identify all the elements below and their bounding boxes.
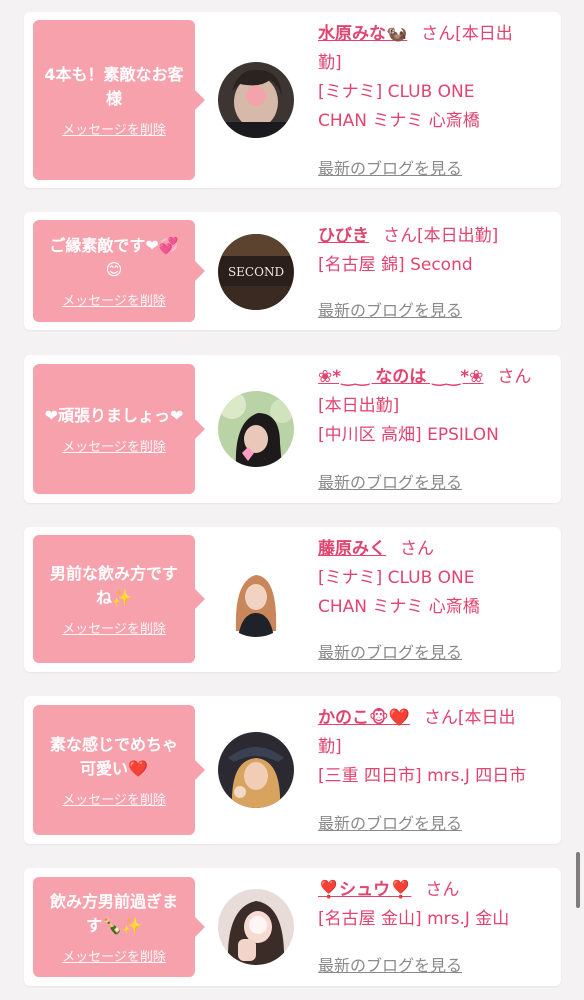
delete-message-link[interactable]: メッセージを削除 xyxy=(62,946,166,965)
honorific: さん xyxy=(497,367,532,387)
cast-info: 水原みな🦦 さん[本日出 勤] [ミナミ] CLUB ONE CHAN ミナミ 心… xyxy=(318,20,550,136)
attendance-status: [本日出 xyxy=(457,708,516,728)
honorific: さん xyxy=(383,226,417,246)
cast-name-link[interactable]: ひびき xyxy=(318,226,369,246)
message-bubble: ❤頑張りましょっ❤ メッセージを削除 xyxy=(33,364,205,494)
avatar[interactable] xyxy=(218,391,294,467)
avatar[interactable] xyxy=(218,561,294,637)
avatar-logo-text: SECOND xyxy=(228,265,284,279)
message-bubble: 4本も！素敵なお客様 メッセージを削除 xyxy=(33,20,205,180)
message-text: ❤頑張りましょっ❤ xyxy=(44,405,184,425)
scrollbar[interactable] xyxy=(576,852,580,908)
cast-name-link[interactable]: 藤原みく xyxy=(318,539,386,559)
cast-name-link[interactable]: ❣️シュウ❣️ xyxy=(318,880,411,900)
attendance-status: 勤] xyxy=(318,53,342,73)
latest-blog-link[interactable]: 最新のブログを見る xyxy=(318,155,462,179)
list-item: 4本も！素敵なお客様 メッセージを削除 水原みな🦦 さん[本日出 勤] [ミナミ]… xyxy=(24,12,561,188)
cast-name-link[interactable]: かのこ🐵❤️ xyxy=(318,708,410,728)
delete-message-link[interactable]: メッセージを削除 xyxy=(62,436,166,455)
cast-info: ひびき さん[本日出勤] [名古屋 錦] Second xyxy=(318,222,550,280)
message-text: 4本も！素敵なお客様 xyxy=(44,64,184,108)
delete-message-link[interactable]: メッセージを削除 xyxy=(62,618,166,637)
list-item: ❤頑張りましょっ❤ メッセージを削除 ❀*‿‿ なのは ‿‿*❀ さん [本日出勤… xyxy=(24,355,561,503)
attendance-status: [本日出勤] xyxy=(318,396,400,416)
delete-message-link[interactable]: メッセージを削除 xyxy=(62,119,166,138)
shop-info: CHAN ミナミ 心斎橋 xyxy=(318,111,480,131)
honorific: さん xyxy=(423,708,458,728)
latest-blog-link[interactable]: 最新のブログを見る xyxy=(318,639,462,663)
shop-info: [三重 四日市] mrs.J 四日市 xyxy=(318,766,527,786)
message-text: ご縁素敵です❤💞😊 xyxy=(49,235,179,279)
delete-message-link[interactable]: メッセージを削除 xyxy=(62,789,166,808)
latest-blog-link[interactable]: 最新のブログを見る xyxy=(318,469,462,493)
shop-info: [名古屋 金山] mrs.J 金山 xyxy=(318,909,510,929)
avatar[interactable] xyxy=(218,889,294,965)
honorific: さん xyxy=(400,539,434,559)
cast-name-link[interactable]: 水原みな🦦 xyxy=(318,24,407,44)
shop-info: [ミナミ] CLUB ONE xyxy=(318,82,475,102)
message-text: 男前な飲み方ですね✨ xyxy=(49,563,178,607)
avatar[interactable] xyxy=(218,62,294,138)
shop-info: [ミナミ] CLUB ONE xyxy=(318,568,475,588)
message-bubble: ご縁素敵です❤💞😊 メッセージを削除 xyxy=(33,220,205,322)
cast-info: ❀*‿‿ なのは ‿‿*❀ さん [本日出勤] [中川区 高畑] EPSILON xyxy=(318,363,550,450)
shop-info: [名古屋 錦] Second xyxy=(318,255,473,275)
shop-info: CHAN ミナミ 心斎橋 xyxy=(318,597,480,617)
cast-info: 藤原みく さん [ミナミ] CLUB ONE CHAN ミナミ 心斎橋 xyxy=(318,535,550,622)
message-bubble: 素な感じでめちゃ可愛い❤️ メッセージを削除 xyxy=(33,705,205,835)
list-item: 男前な飲み方ですね✨ メッセージを削除 藤原みく さん [ミナミ] CLUB ON… xyxy=(24,527,561,672)
attendance-status: [本日出 xyxy=(455,24,513,44)
cast-info: ❣️シュウ❣️ さん [名古屋 金山] mrs.J 金山 xyxy=(318,876,550,934)
honorific: さん xyxy=(425,880,460,900)
message-text: 飲み方男前過ぎます🍾✨ xyxy=(49,891,178,935)
message-text: 素な感じでめちゃ可愛い❤️ xyxy=(49,734,178,778)
attendance-status: 勤] xyxy=(318,737,342,757)
shop-info: [中川区 高畑] EPSILON xyxy=(318,425,499,445)
honorific: さん xyxy=(421,24,456,44)
avatar[interactable]: SECOND xyxy=(218,234,294,310)
cast-info: かのこ🐵❤️ さん[本日出 勤] [三重 四日市] mrs.J 四日市 xyxy=(318,704,550,791)
list-item: 飲み方男前過ぎます🍾✨ メッセージを削除 ❣️シュウ❣️ さん [名古屋 金山] … xyxy=(24,868,561,986)
message-bubble: 男前な飲み方ですね✨ メッセージを削除 xyxy=(33,535,205,663)
attendance-status: [本日出勤] xyxy=(417,226,499,246)
cast-name-link[interactable]: ❀*‿‿ なのは ‿‿*❀ xyxy=(318,367,483,387)
latest-blog-link[interactable]: 最新のブログを見る xyxy=(318,952,462,976)
latest-blog-link[interactable]: 最新のブログを見る xyxy=(318,297,462,321)
list-item: 素な感じでめちゃ可愛い❤️ メッセージを削除 かのこ🐵❤️ さん[本日出 勤] [… xyxy=(24,696,561,844)
list-item: ご縁素敵です❤💞😊 メッセージを削除 SECOND ひびき さん[本日出勤] [名… xyxy=(24,212,561,330)
avatar[interactable] xyxy=(218,732,294,808)
delete-message-link[interactable]: メッセージを削除 xyxy=(62,290,166,309)
latest-blog-link[interactable]: 最新のブログを見る xyxy=(318,810,462,834)
message-bubble: 飲み方男前過ぎます🍾✨ メッセージを削除 xyxy=(33,877,205,977)
